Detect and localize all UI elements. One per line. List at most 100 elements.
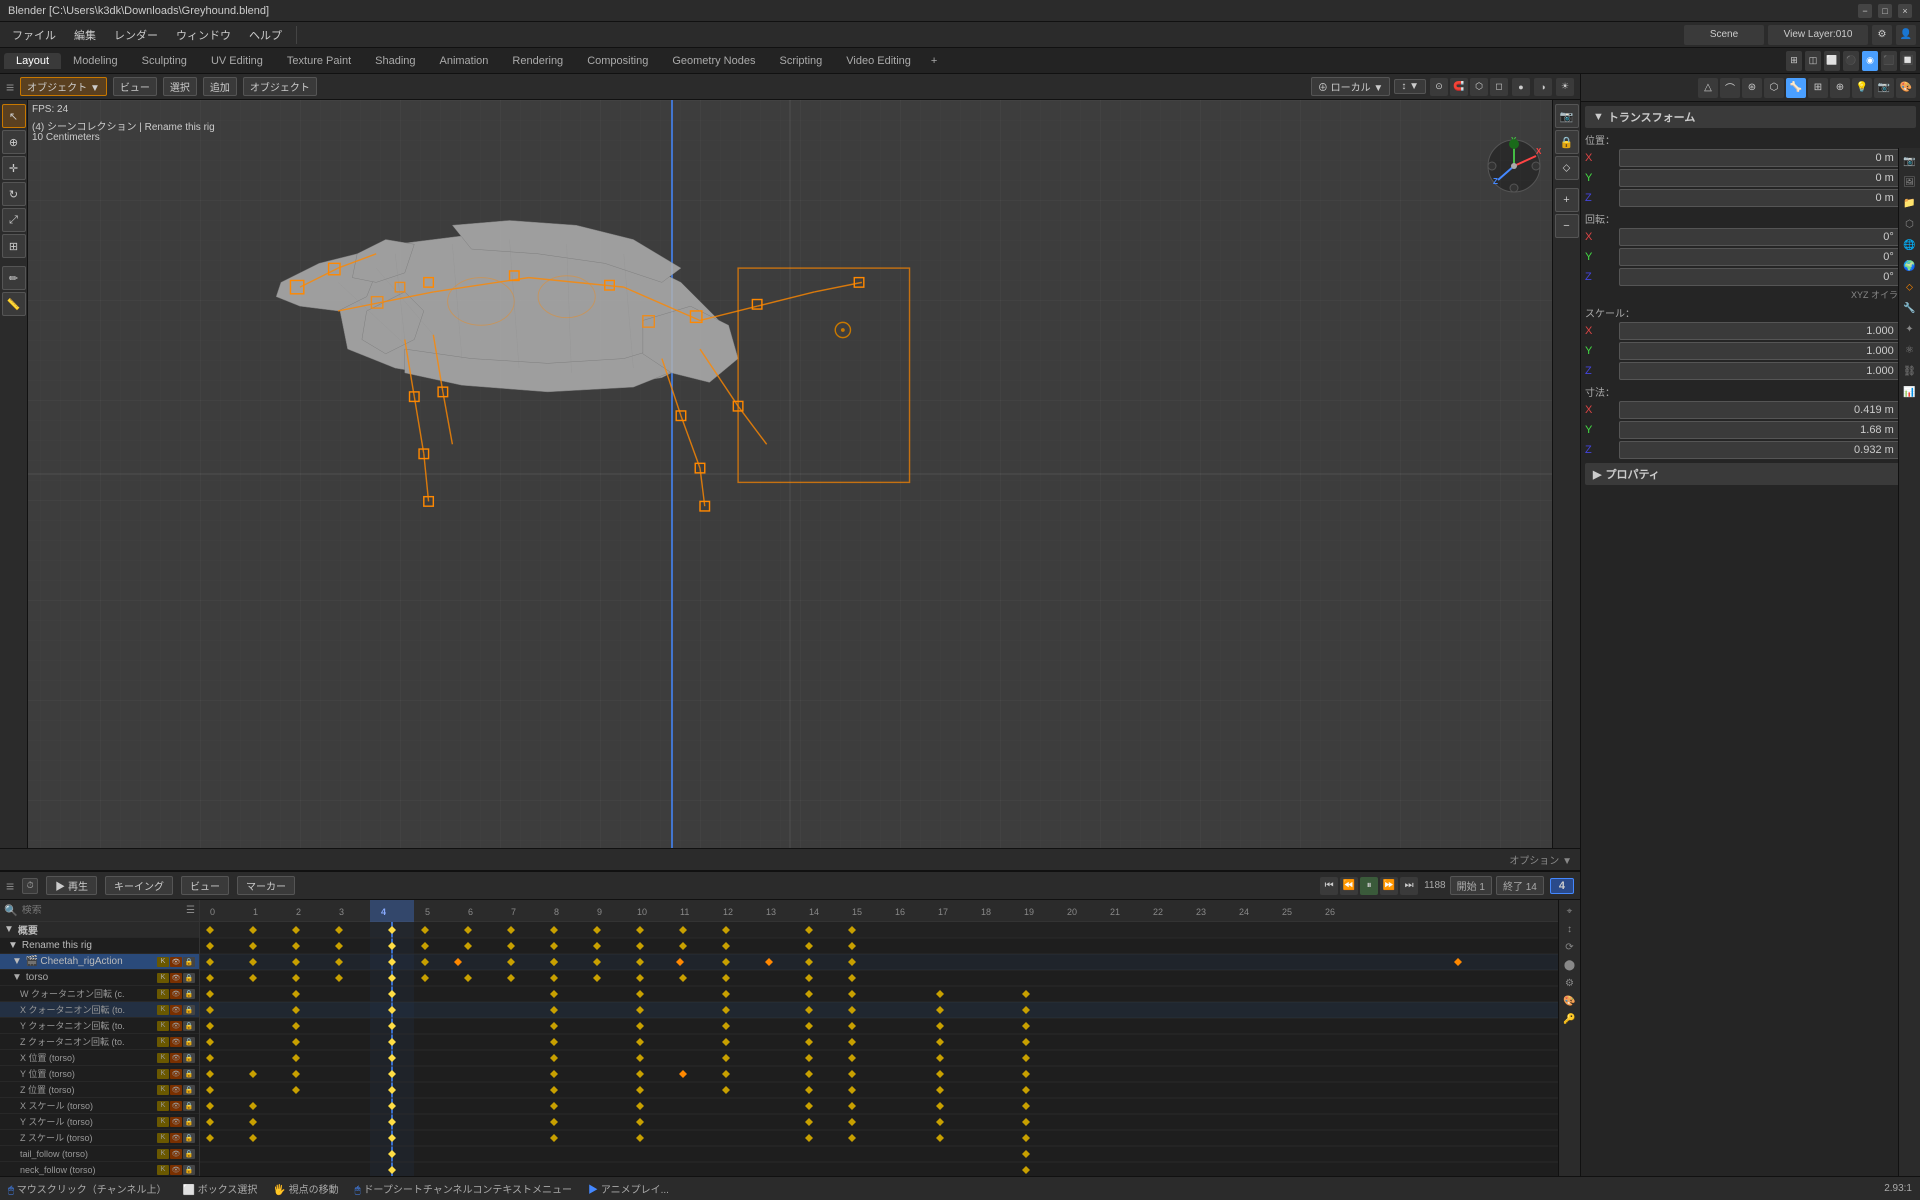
tab-geometry-nodes[interactable]: Geometry Nodes	[660, 53, 767, 69]
menu-help[interactable]: ヘルプ	[241, 25, 290, 45]
rotate-tool[interactable]: ↻	[2, 182, 26, 206]
keyframes-svg[interactable]	[200, 922, 1558, 1200]
euler-label[interactable]: XYZ オイラー角	[1585, 288, 1916, 301]
tl-tool6[interactable]: 🎨	[1561, 992, 1579, 1010]
close-btn[interactable]: ×	[1898, 4, 1912, 18]
tl-tool2[interactable]: ↕	[1561, 920, 1579, 938]
zoom-out-btn[interactable]: −	[1555, 214, 1579, 238]
channel-torso-key[interactable]: K	[157, 973, 169, 983]
rp-physics-icon[interactable]: ⚛	[1901, 341, 1919, 359]
channel-x-scale[interactable]: X スケール (torso)K👁🔒	[0, 1098, 199, 1114]
transform-btn[interactable]: ↕ ▼	[1394, 79, 1426, 94]
menu-edit[interactable]: 編集	[66, 25, 104, 45]
camera-view-btn[interactable]: 📷	[1555, 104, 1579, 128]
channel-w-quat[interactable]: W クォータニオン回転 (c.K👁🔒	[0, 986, 199, 1002]
panel-icon-mesh[interactable]: △	[1698, 78, 1718, 98]
panel-icon-camera[interactable]: 📷	[1874, 78, 1894, 98]
rot-y-value[interactable]: 0°	[1619, 248, 1901, 266]
rp-constraints-icon[interactable]: ⛓	[1901, 362, 1919, 380]
dim-z-value[interactable]: 0.932 m	[1619, 441, 1901, 459]
channel-summary[interactable]: ▼概要	[0, 922, 199, 938]
tab-uv-editing[interactable]: UV Editing	[199, 53, 275, 69]
solid-mode-btn[interactable]: ●	[1512, 78, 1530, 96]
viewport-icon6[interactable]: ⬛	[1881, 51, 1897, 71]
jump-forward-btn[interactable]: ⏩	[1380, 877, 1398, 895]
select-tool[interactable]: ↖	[2, 104, 26, 128]
channel-y-loc[interactable]: Y 位置 (torso)K👁🔒	[0, 1066, 199, 1082]
start-frame-input[interactable]: 開始 1	[1450, 876, 1492, 895]
viewport-icon1[interactable]: ⊞	[1786, 51, 1802, 71]
jump-start-btn[interactable]: ⏮	[1320, 877, 1338, 895]
view-layer-selector[interactable]: View Layer:010	[1768, 25, 1868, 45]
tl-tool3[interactable]: ⟳	[1561, 938, 1579, 956]
snap-btn[interactable]: 🧲	[1450, 78, 1468, 96]
channel-torso[interactable]: ▼torso K 👁 🔒	[0, 970, 199, 986]
keying-btn[interactable]: キーイング	[105, 876, 173, 895]
channel-tail-follow[interactable]: tail_follow (torso)K👁🔒	[0, 1146, 199, 1162]
panel-icon-light[interactable]: 💡	[1852, 78, 1872, 98]
channel-torso-eye[interactable]: 👁	[170, 973, 182, 983]
measure-tool[interactable]: 📏	[2, 292, 26, 316]
select-menu-btn[interactable]: 選択	[163, 77, 197, 96]
channel-z-scale[interactable]: Z スケール (torso)K👁🔒	[0, 1130, 199, 1146]
perspective-btn[interactable]: ⬦	[1555, 156, 1579, 180]
timeline-menu-icon[interactable]: ≡	[6, 878, 14, 894]
channel-torso-lock[interactable]: 🔒	[183, 973, 195, 983]
panel-icon-surface[interactable]: ⊛	[1742, 78, 1762, 98]
panel-icon-meta[interactable]: ⬡	[1764, 78, 1784, 98]
channel-y-quat[interactable]: Y クォータニオン回転 (to.K👁🔒	[0, 1018, 199, 1034]
rendered-mode-btn[interactable]: ☀	[1556, 78, 1574, 96]
play-btn[interactable]: ▶ 再生	[46, 876, 97, 895]
channel-icon-eye[interactable]: 👁	[170, 957, 182, 967]
dim-y-value[interactable]: 1.68 m	[1619, 421, 1901, 439]
viewport-menu-icon[interactable]: ≡	[6, 79, 14, 95]
panel-icon-curve[interactable]: ⌒	[1720, 78, 1740, 98]
panel-icon-mat[interactable]: 🎨	[1896, 78, 1916, 98]
transform-tool[interactable]: ⊞	[2, 234, 26, 258]
rp-output-icon[interactable]: 📁	[1901, 194, 1919, 212]
transform-header[interactable]: ▼ トランスフォーム	[1585, 106, 1916, 128]
navigation-gizmo[interactable]: X Y Z	[1484, 136, 1544, 196]
end-frame-input[interactable]: 終了 14	[1496, 876, 1544, 895]
viewport-icon7[interactable]: 🔲	[1900, 51, 1916, 71]
tl-tool1[interactable]: ⌖	[1561, 902, 1579, 920]
tl-tool5[interactable]: ⚙	[1561, 974, 1579, 992]
rp-view-layer-icon[interactable]: ⬡	[1901, 215, 1919, 233]
zoom-in-btn[interactable]: +	[1555, 188, 1579, 212]
add-workspace-tab[interactable]: +	[923, 53, 945, 69]
tl-tool4[interactable]: ⬤	[1561, 956, 1579, 974]
tab-sculpting[interactable]: Sculpting	[130, 53, 199, 69]
rot-z-value[interactable]: 0°	[1619, 268, 1901, 286]
scale-z-value[interactable]: 1.000	[1619, 362, 1901, 380]
viewport-icon2[interactable]: ◫	[1805, 51, 1821, 71]
current-frame-display[interactable]: 4	[1550, 878, 1574, 894]
tab-scripting[interactable]: Scripting	[767, 53, 834, 69]
marker-btn[interactable]: マーカー	[237, 876, 295, 895]
channel-filter-btn[interactable]: ☰	[186, 905, 195, 916]
scale-tool[interactable]: ⤢	[2, 208, 26, 232]
channel-search-input[interactable]	[22, 905, 186, 916]
tab-rendering[interactable]: Rendering	[500, 53, 575, 69]
maximize-btn[interactable]: □	[1878, 4, 1892, 18]
scene-selector[interactable]: Scene	[1684, 25, 1764, 45]
properties-header[interactable]: ▶ プロパティ	[1585, 463, 1916, 485]
object-menu-btn[interactable]: オブジェクト	[243, 77, 317, 96]
channel-icon-lock[interactable]: 🔒	[183, 957, 195, 967]
status-mouse-icon[interactable]: 🖱	[8, 1185, 14, 1196]
viewport-icon3[interactable]: ⬜	[1824, 51, 1840, 71]
xray-btn[interactable]: ◻	[1490, 78, 1508, 96]
channel-icon-key[interactable]: K	[157, 957, 169, 967]
channel-z-quat[interactable]: Z クォータニオン回転 (to.K👁🔒	[0, 1034, 199, 1050]
view-btn[interactable]: ビュー	[181, 876, 229, 895]
dopesheet[interactable]: 0 1 2 3 4 5 6 7 8 9 10 11	[200, 900, 1558, 1200]
menu-file[interactable]: ファイル	[4, 25, 64, 45]
panel-icon-armature[interactable]: 🦴	[1786, 78, 1806, 98]
move-tool[interactable]: ✛	[2, 156, 26, 180]
tab-shading[interactable]: Shading	[363, 53, 427, 69]
viewport-canvas[interactable]: X Y Z ↖ ⊕ ✛	[0, 100, 1580, 848]
rp-world-icon[interactable]: 🌍	[1901, 257, 1919, 275]
rp-object-icon[interactable]: ⬦	[1901, 278, 1919, 296]
play-pause-btn[interactable]: ⏸	[1360, 877, 1378, 895]
tab-animation[interactable]: Animation	[428, 53, 501, 69]
channel-action[interactable]: ▼ 🎬Cheetah_rigAction K 👁 🔒	[0, 954, 199, 970]
